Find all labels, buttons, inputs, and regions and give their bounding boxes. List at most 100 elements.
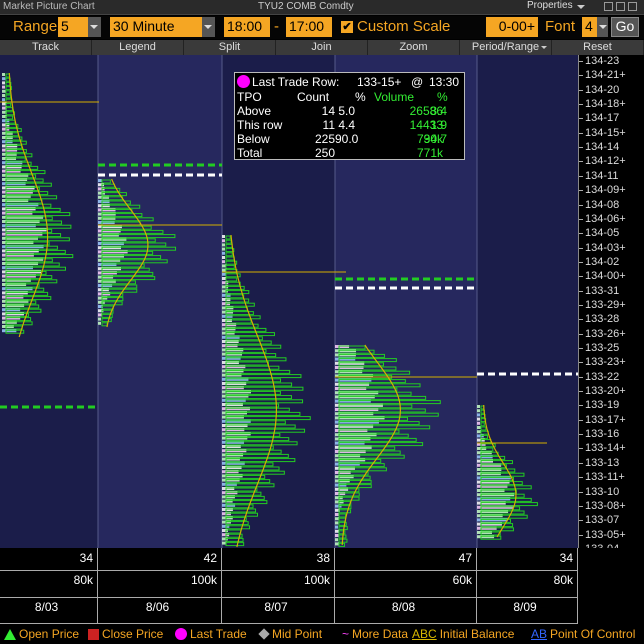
tpo-letters — [98, 267, 121, 271]
price-tick: 134-14 — [579, 141, 620, 154]
volume-bar — [225, 243, 233, 248]
minimize-icon[interactable] — [604, 2, 613, 11]
volume-bar — [101, 192, 127, 197]
session-date: 8/07 — [264, 600, 288, 614]
tpo-letters — [222, 281, 229, 285]
join-button[interactable]: Join — [276, 40, 368, 55]
tpo-letters — [335, 513, 339, 516]
popup-cell-label: Above — [237, 104, 272, 118]
volume-bar — [5, 115, 14, 120]
font-dropdown-icon[interactable] — [597, 17, 608, 37]
price-tick: 133-23+ — [579, 356, 626, 369]
legend-label: Mid Point — [272, 627, 323, 641]
volume-bar — [338, 513, 347, 518]
scale-input[interactable]: 0-00+ — [486, 17, 538, 37]
tpo-letters — [477, 413, 480, 417]
legend-item: Open Price — [4, 627, 79, 641]
square-icon — [88, 628, 99, 640]
legend-label: Open Price — [19, 627, 80, 641]
tpo-letters — [477, 409, 480, 413]
session-stats: 34 80k 8/03 42 100k 8/06 38 100k 8/07 47 60k 8/08 34… — [0, 548, 644, 624]
volume-bar — [225, 529, 242, 534]
volume-bar — [5, 102, 12, 107]
price-tick: 134-17 — [579, 112, 620, 125]
price-tick: 133-13 — [579, 456, 620, 469]
tpo-letters — [335, 521, 339, 525]
session-volume: 100k — [303, 573, 330, 587]
title-bar: Market Picture Chart TYU2 COMB Comdty Pr… — [0, 0, 644, 15]
popup-cell-count: 250 — [314, 146, 335, 160]
header-vpct: % — [437, 90, 448, 104]
header-pct: % — [355, 90, 366, 104]
tpo-letters — [2, 169, 21, 173]
tpo-letters — [2, 148, 18, 152]
ab-icon: AB — [531, 627, 548, 641]
legend-item: Mid Point — [258, 627, 322, 641]
properties-menu[interactable]: Properties — [527, 0, 585, 11]
period-range-button[interactable]: Period/Range — [460, 40, 552, 55]
popup-row: This row 11 4.4 14433 1.9 — [237, 118, 462, 132]
price-tick: 133-17+ — [579, 413, 626, 426]
tpo-letters — [335, 534, 339, 537]
popup-cell-volume: 771k — [416, 146, 443, 160]
tpo-letters — [477, 417, 480, 421]
price-tick: 133-25 — [579, 342, 620, 354]
tpo-letters — [2, 98, 6, 102]
price-tick: 133-29+ — [579, 298, 626, 311]
tpo-letters — [98, 179, 102, 182]
legend-item: ABC Initial Balance — [412, 627, 514, 641]
start-time-input[interactable]: 18:00 — [224, 17, 270, 37]
track-button[interactable]: Track — [0, 40, 92, 55]
maximize-icon[interactable] — [616, 2, 625, 11]
popup-cell-label: Below — [237, 132, 270, 146]
tpo-letters — [222, 247, 225, 251]
price-tick: 134-08 — [579, 198, 620, 211]
price-tick: 134-11 — [579, 169, 619, 182]
last-trade-dot-icon — [237, 75, 250, 88]
session-volume: 80k — [553, 573, 573, 587]
legend-label: Last Trade — [190, 627, 247, 641]
price-tick: 134-06+ — [579, 212, 626, 225]
font-input[interactable]: 4 — [582, 17, 598, 37]
volume-bar — [225, 542, 245, 547]
tpo-letters — [2, 308, 21, 312]
split-button[interactable]: Split — [184, 40, 276, 55]
price-tick: 134-02 — [579, 255, 620, 268]
security-label: TYU2 COMB Comdty — [258, 1, 354, 12]
price-tick: 133-16 — [579, 428, 620, 441]
range-dropdown-icon[interactable] — [88, 17, 101, 37]
range-input[interactable]: 5 — [58, 17, 88, 37]
custom-scale-checkbox[interactable]: ✔ — [341, 21, 353, 33]
period-dropdown-icon[interactable] — [202, 17, 215, 37]
popup-cell-label: This row — [237, 118, 283, 132]
price-tick: 133-11+ — [579, 471, 625, 484]
volume-bar — [5, 94, 12, 99]
legend-item: AB Point Of Control — [531, 627, 635, 641]
zoom-button[interactable]: Zoom — [368, 40, 460, 55]
window-controls[interactable] — [604, 2, 640, 13]
volume-bar — [225, 235, 231, 240]
go-button[interactable]: Go — [611, 17, 639, 37]
tpo-letters — [222, 256, 226, 259]
tpo-letters — [477, 421, 481, 425]
end-time-input[interactable]: 17:00 — [286, 17, 332, 37]
tpo-letters — [222, 537, 228, 541]
header-tpo: TPO — [237, 90, 262, 104]
reset-button[interactable]: Reset — [552, 40, 644, 55]
popup-cell-pct: 5.0 — [338, 104, 355, 118]
price-tick: 133-19 — [579, 399, 620, 412]
price-tick: 134-00+ — [579, 270, 626, 283]
popup-row: Above 14 5.0 26586 3.4 — [237, 104, 462, 118]
popup-time: 13:30 — [429, 75, 460, 89]
session-date: 8/03 — [34, 600, 59, 614]
session-date: 8/06 — [145, 600, 170, 614]
close-icon[interactable] — [628, 2, 637, 11]
tpo-letters — [2, 266, 33, 270]
volume-bar — [101, 322, 108, 327]
session-tpo: 47 — [458, 551, 472, 565]
price-tick: 133-20+ — [579, 385, 626, 398]
tpo-letters — [2, 94, 6, 97]
period-select[interactable]: 30 Minute — [110, 17, 202, 37]
tpo-letters — [98, 288, 109, 292]
legend-button[interactable]: Legend — [92, 40, 184, 55]
